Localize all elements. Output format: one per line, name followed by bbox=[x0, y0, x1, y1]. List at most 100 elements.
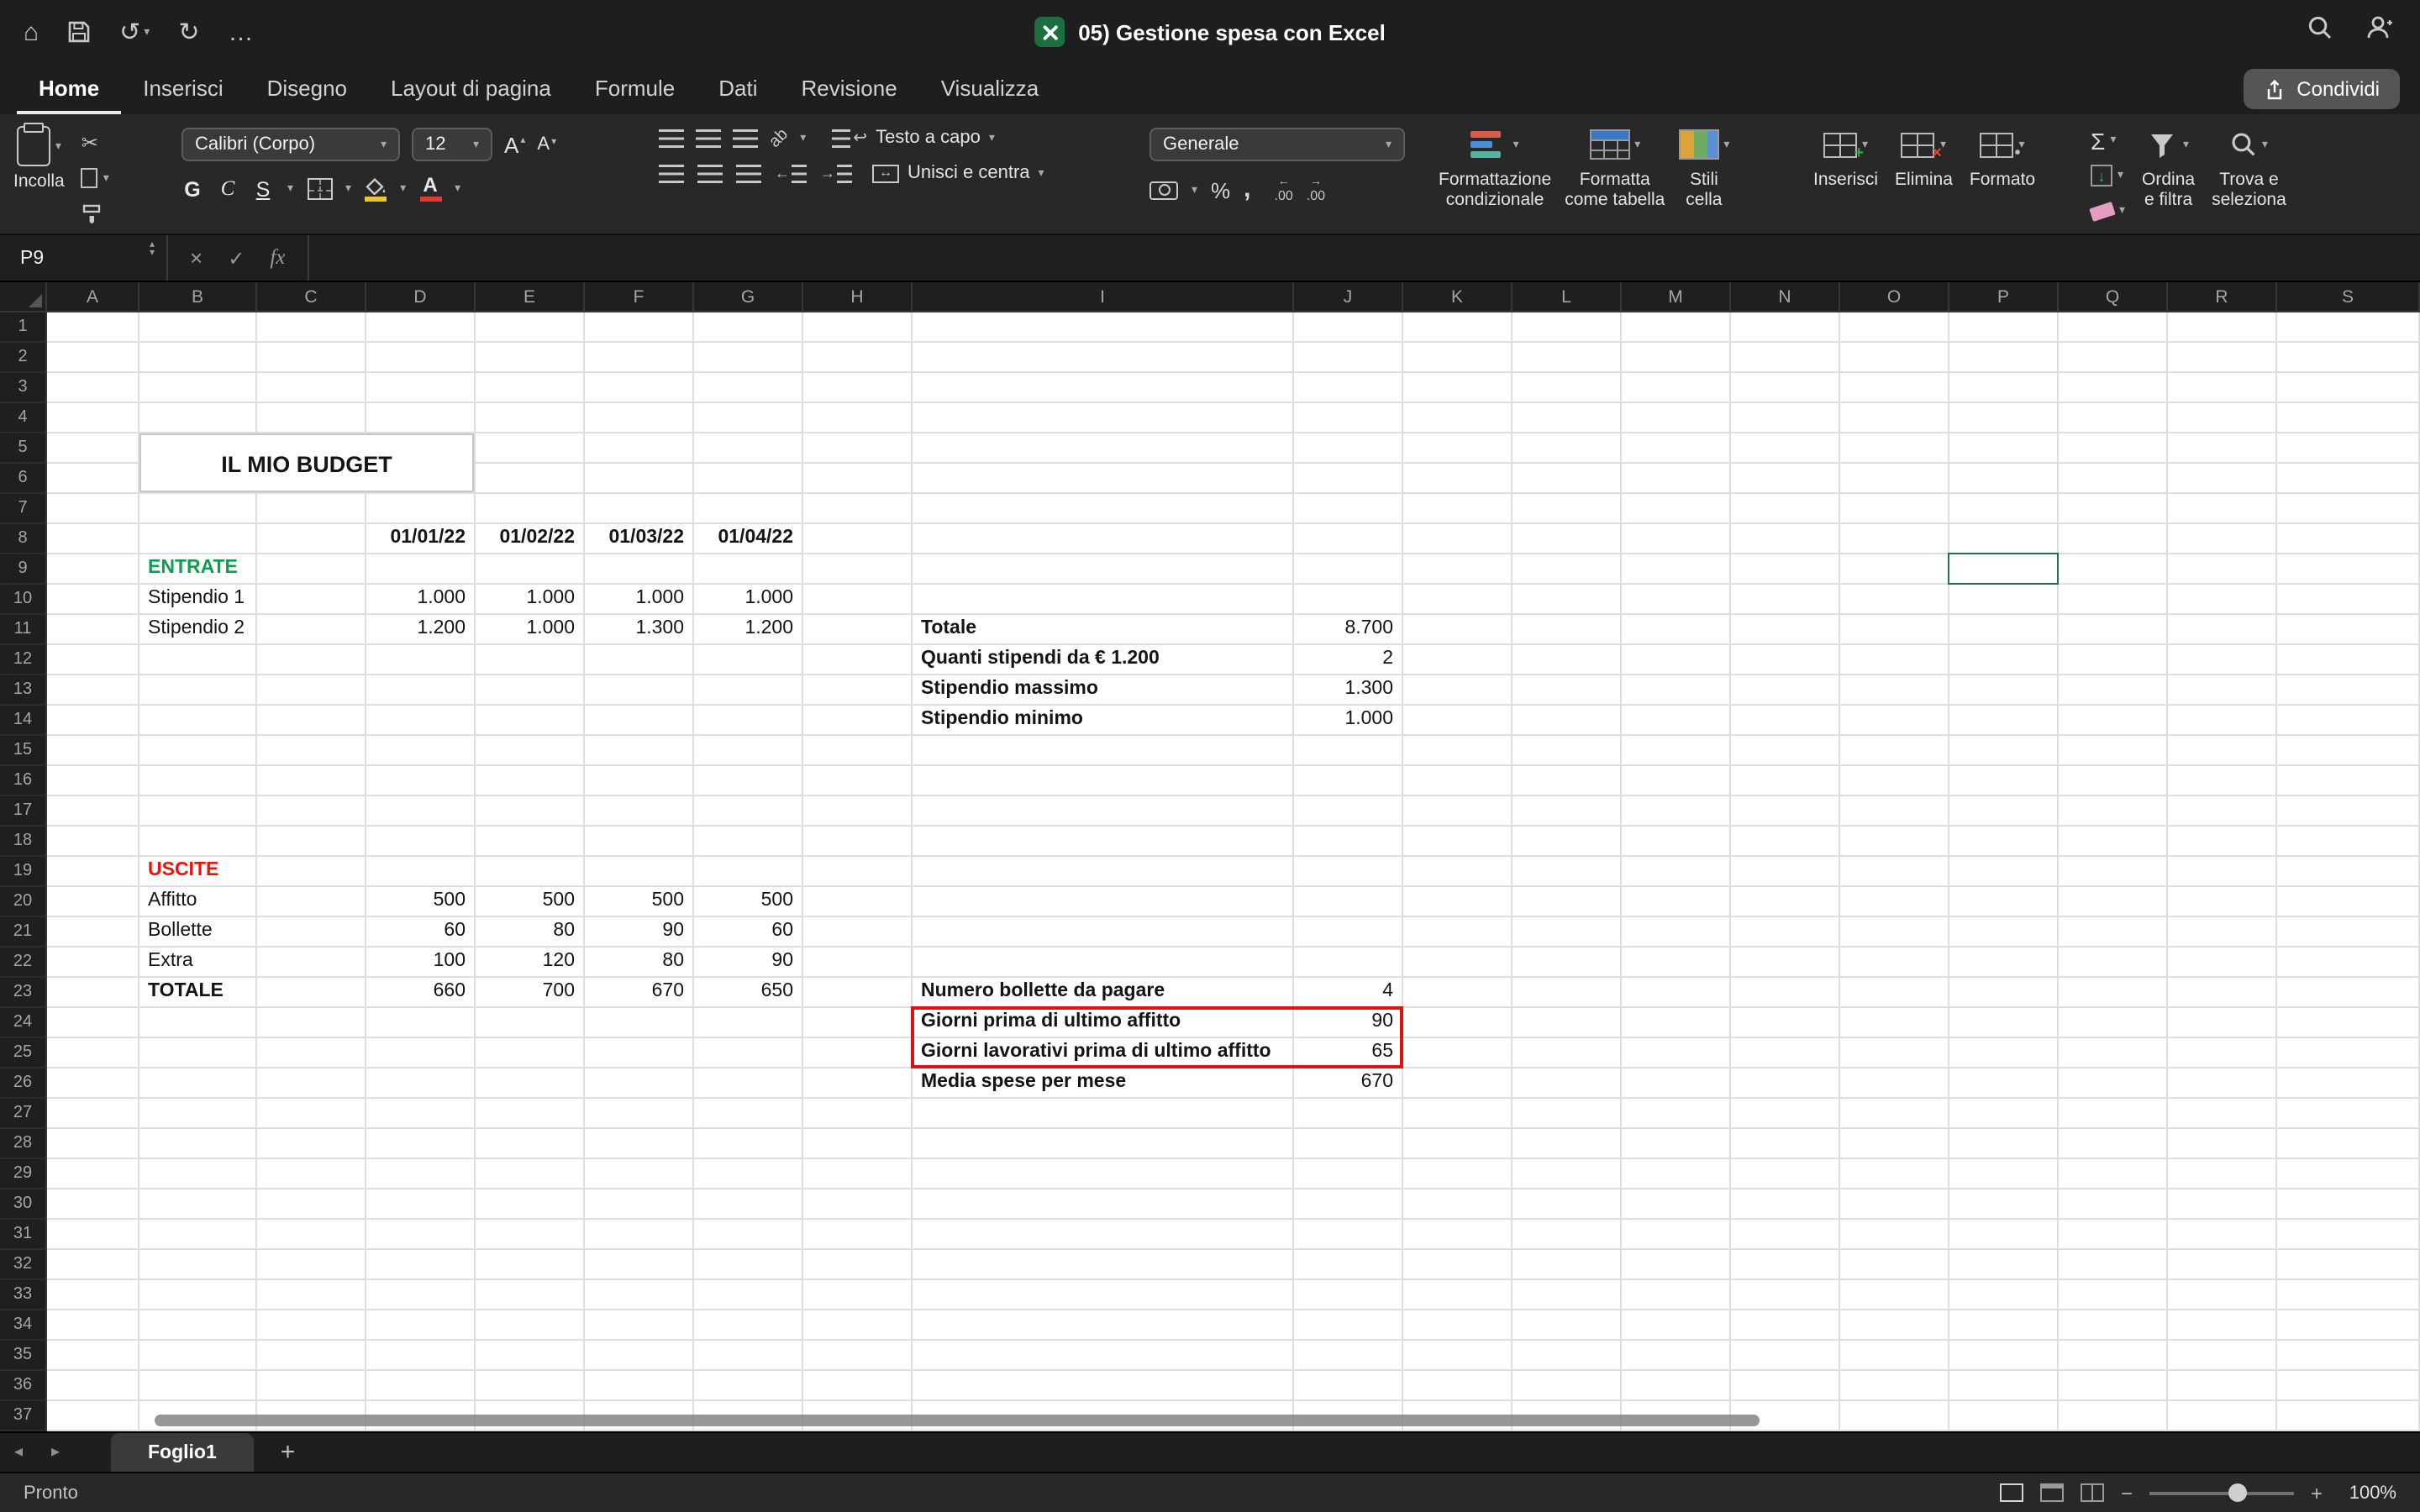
cell-J11[interactable]: 8.700 bbox=[1294, 615, 1402, 643]
align-top-button[interactable] bbox=[659, 129, 684, 147]
tab-visualizza[interactable]: Visualizza bbox=[919, 76, 1061, 114]
zoom-slider-thumb[interactable] bbox=[2229, 1483, 2248, 1502]
more-commands-button[interactable]: … bbox=[228, 19, 253, 45]
sheet-tab-foglio1[interactable]: Foglio1 bbox=[111, 1432, 254, 1473]
italic-button[interactable]: C bbox=[217, 176, 239, 202]
cell-F8[interactable]: 01/03/22 bbox=[585, 524, 692, 553]
row-header-28[interactable]: 28 bbox=[0, 1129, 45, 1159]
search-icon[interactable] bbox=[2307, 15, 2333, 49]
column-header-H[interactable]: H bbox=[803, 282, 913, 312]
formula-input[interactable] bbox=[308, 235, 2420, 281]
insert-cells-button[interactable]: +▾ Inserisci bbox=[1813, 114, 1878, 234]
zoom-in-button[interactable]: + bbox=[2311, 1481, 2323, 1504]
cell-B5[interactable]: IL MIO BUDGET bbox=[139, 433, 474, 492]
column-header-G[interactable]: G bbox=[694, 282, 803, 312]
row-header-8[interactable]: 8 bbox=[0, 524, 45, 554]
undo-button[interactable]: ↺▾ bbox=[119, 19, 150, 45]
font-size-select[interactable]: 12▾ bbox=[412, 128, 492, 161]
row-header-35[interactable]: 35 bbox=[0, 1341, 45, 1371]
cell-F23[interactable]: 670 bbox=[585, 978, 692, 1006]
row-header-20[interactable]: 20 bbox=[0, 887, 45, 917]
row-header-30[interactable]: 30 bbox=[0, 1189, 45, 1220]
bold-button[interactable]: G bbox=[182, 177, 203, 201]
row-header-18[interactable]: 18 bbox=[0, 827, 45, 857]
tab-home[interactable]: Home bbox=[17, 76, 121, 114]
cell-I12[interactable]: Quanti stipendi da € 1.200 bbox=[913, 645, 1292, 674]
fill-color-button[interactable] bbox=[365, 177, 387, 201]
row-header-21[interactable]: 21 bbox=[0, 917, 45, 948]
row-header-4[interactable]: 4 bbox=[0, 403, 45, 433]
save-button[interactable] bbox=[67, 20, 91, 44]
cell-E22[interactable]: 120 bbox=[476, 948, 583, 976]
row-header-6[interactable]: 6 bbox=[0, 464, 45, 494]
row-header-10[interactable]: 10 bbox=[0, 585, 45, 615]
column-header-S[interactable]: S bbox=[2277, 282, 2420, 312]
row-header-16[interactable]: 16 bbox=[0, 766, 45, 796]
row-header-14[interactable]: 14 bbox=[0, 706, 45, 736]
column-header-J[interactable]: J bbox=[1294, 282, 1403, 312]
cell-E11[interactable]: 1.000 bbox=[476, 615, 583, 643]
find-select-button[interactable]: ▾ Trova e seleziona bbox=[2212, 114, 2286, 234]
row-header-9[interactable]: 9 bbox=[0, 554, 45, 585]
account-icon[interactable] bbox=[2366, 15, 2393, 49]
cell-B19[interactable]: USCITE bbox=[139, 857, 255, 885]
share-button[interactable]: Condividi bbox=[2243, 69, 2400, 109]
row-header-26[interactable]: 26 bbox=[0, 1068, 45, 1099]
decrease-decimal-button[interactable]: →.00 bbox=[1307, 176, 1325, 203]
cell-J14[interactable]: 1.000 bbox=[1294, 706, 1402, 734]
zoom-level[interactable]: 100% bbox=[2339, 1483, 2396, 1503]
cell-I23[interactable]: Numero bollette da pagare bbox=[913, 978, 1292, 1006]
horizontal-scrollbar[interactable] bbox=[155, 1415, 1760, 1426]
column-header-O[interactable]: O bbox=[1840, 282, 1949, 312]
currency-format-button[interactable] bbox=[1150, 181, 1178, 199]
cell-E10[interactable]: 1.000 bbox=[476, 585, 583, 613]
cell-F10[interactable]: 1.000 bbox=[585, 585, 692, 613]
row-header-34[interactable]: 34 bbox=[0, 1310, 45, 1341]
row-header-2[interactable]: 2 bbox=[0, 343, 45, 373]
zoom-out-button[interactable]: − bbox=[2121, 1481, 2133, 1504]
cell-D20[interactable]: 500 bbox=[366, 887, 474, 916]
tab-revisione[interactable]: Revisione bbox=[780, 76, 919, 114]
column-header-R[interactable]: R bbox=[2168, 282, 2277, 312]
column-header-I[interactable]: I bbox=[913, 282, 1294, 312]
tab-dati[interactable]: Dati bbox=[697, 76, 779, 114]
column-header-M[interactable]: M bbox=[1622, 282, 1731, 312]
row-header-31[interactable]: 31 bbox=[0, 1220, 45, 1250]
cell-F20[interactable]: 500 bbox=[585, 887, 692, 916]
cell-F11[interactable]: 1.300 bbox=[585, 615, 692, 643]
row-header-11[interactable]: 11 bbox=[0, 615, 45, 645]
percent-format-button[interactable]: % bbox=[1211, 177, 1230, 202]
column-header-F[interactable]: F bbox=[585, 282, 694, 312]
page-layout-view-button[interactable] bbox=[2040, 1483, 2064, 1502]
align-left-button[interactable] bbox=[659, 164, 684, 182]
column-header-A[interactable]: A bbox=[47, 282, 139, 312]
cell-G22[interactable]: 90 bbox=[694, 948, 802, 976]
row-header-15[interactable]: 15 bbox=[0, 736, 45, 766]
borders-button[interactable] bbox=[307, 178, 332, 200]
align-middle-button[interactable] bbox=[696, 129, 721, 147]
cell-F21[interactable]: 90 bbox=[585, 917, 692, 946]
column-header-C[interactable]: C bbox=[257, 282, 366, 312]
row-header-36[interactable]: 36 bbox=[0, 1371, 45, 1401]
cell-D11[interactable]: 1.200 bbox=[366, 615, 474, 643]
row-header-13[interactable]: 13 bbox=[0, 675, 45, 706]
tab-disegno[interactable]: Disegno bbox=[245, 76, 369, 114]
name-box-spinner[interactable]: ▴▾ bbox=[150, 242, 155, 259]
cell-D10[interactable]: 1.000 bbox=[366, 585, 474, 613]
clear-button[interactable]: ▾ bbox=[2091, 197, 2125, 225]
copy-button[interactable]: ▾ bbox=[82, 166, 109, 190]
cell-E23[interactable]: 700 bbox=[476, 978, 583, 1006]
next-sheet-button[interactable]: ▸ bbox=[37, 1443, 74, 1462]
column-header-P[interactable]: P bbox=[1949, 282, 2059, 312]
cell-D23[interactable]: 660 bbox=[366, 978, 474, 1006]
align-bottom-button[interactable] bbox=[733, 129, 758, 147]
column-header-Q[interactable]: Q bbox=[2059, 282, 2168, 312]
column-header-D[interactable]: D bbox=[366, 282, 476, 312]
cell-B11[interactable]: Stipendio 2 bbox=[139, 615, 255, 643]
cell-D21[interactable]: 60 bbox=[366, 917, 474, 946]
cell-E8[interactable]: 01/02/22 bbox=[476, 524, 583, 553]
page-break-view-button[interactable] bbox=[2081, 1483, 2104, 1502]
increase-indent-button[interactable]: → bbox=[820, 164, 852, 182]
row-header-29[interactable]: 29 bbox=[0, 1159, 45, 1189]
cell-D22[interactable]: 100 bbox=[366, 948, 474, 976]
